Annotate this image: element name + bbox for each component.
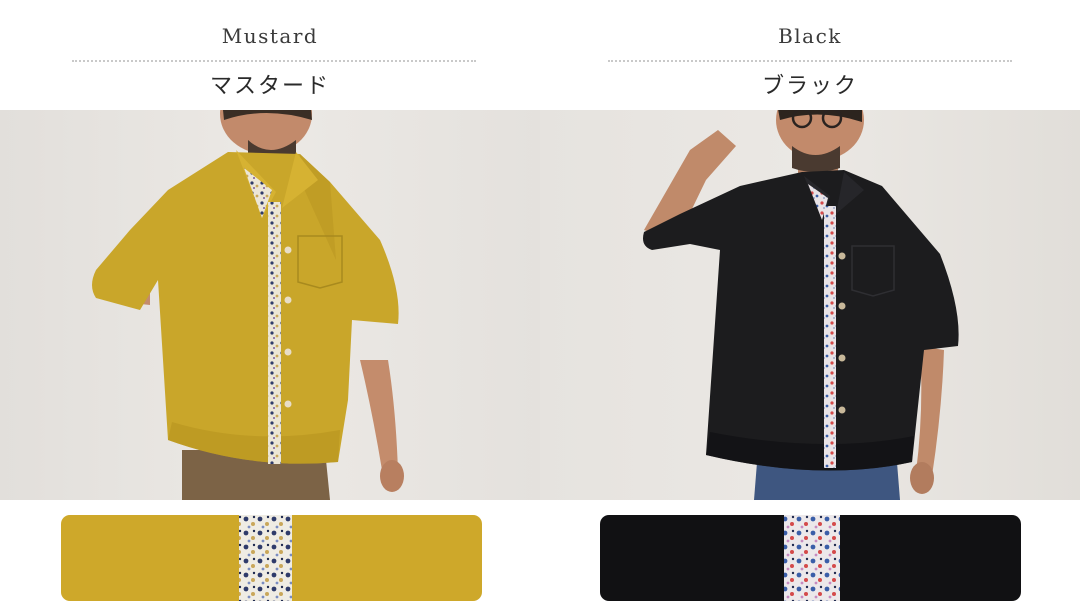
fabric-swatch-mustard <box>61 515 482 601</box>
color-name-english: Black <box>778 24 842 48</box>
color-option-black: Black ブラック <box>540 0 1080 601</box>
dotted-divider <box>608 60 1012 62</box>
product-photo-black <box>540 110 1080 500</box>
color-name-japanese: マスタード <box>209 74 330 99</box>
color-name-english: Mustard <box>221 24 319 48</box>
dotted-divider <box>72 60 476 62</box>
color-option-mustard: Mustard マスタード <box>0 0 540 601</box>
product-photo-mustard <box>0 110 540 500</box>
fabric-swatch-black <box>600 515 1021 601</box>
color-name-japanese: ブラック <box>761 74 858 99</box>
